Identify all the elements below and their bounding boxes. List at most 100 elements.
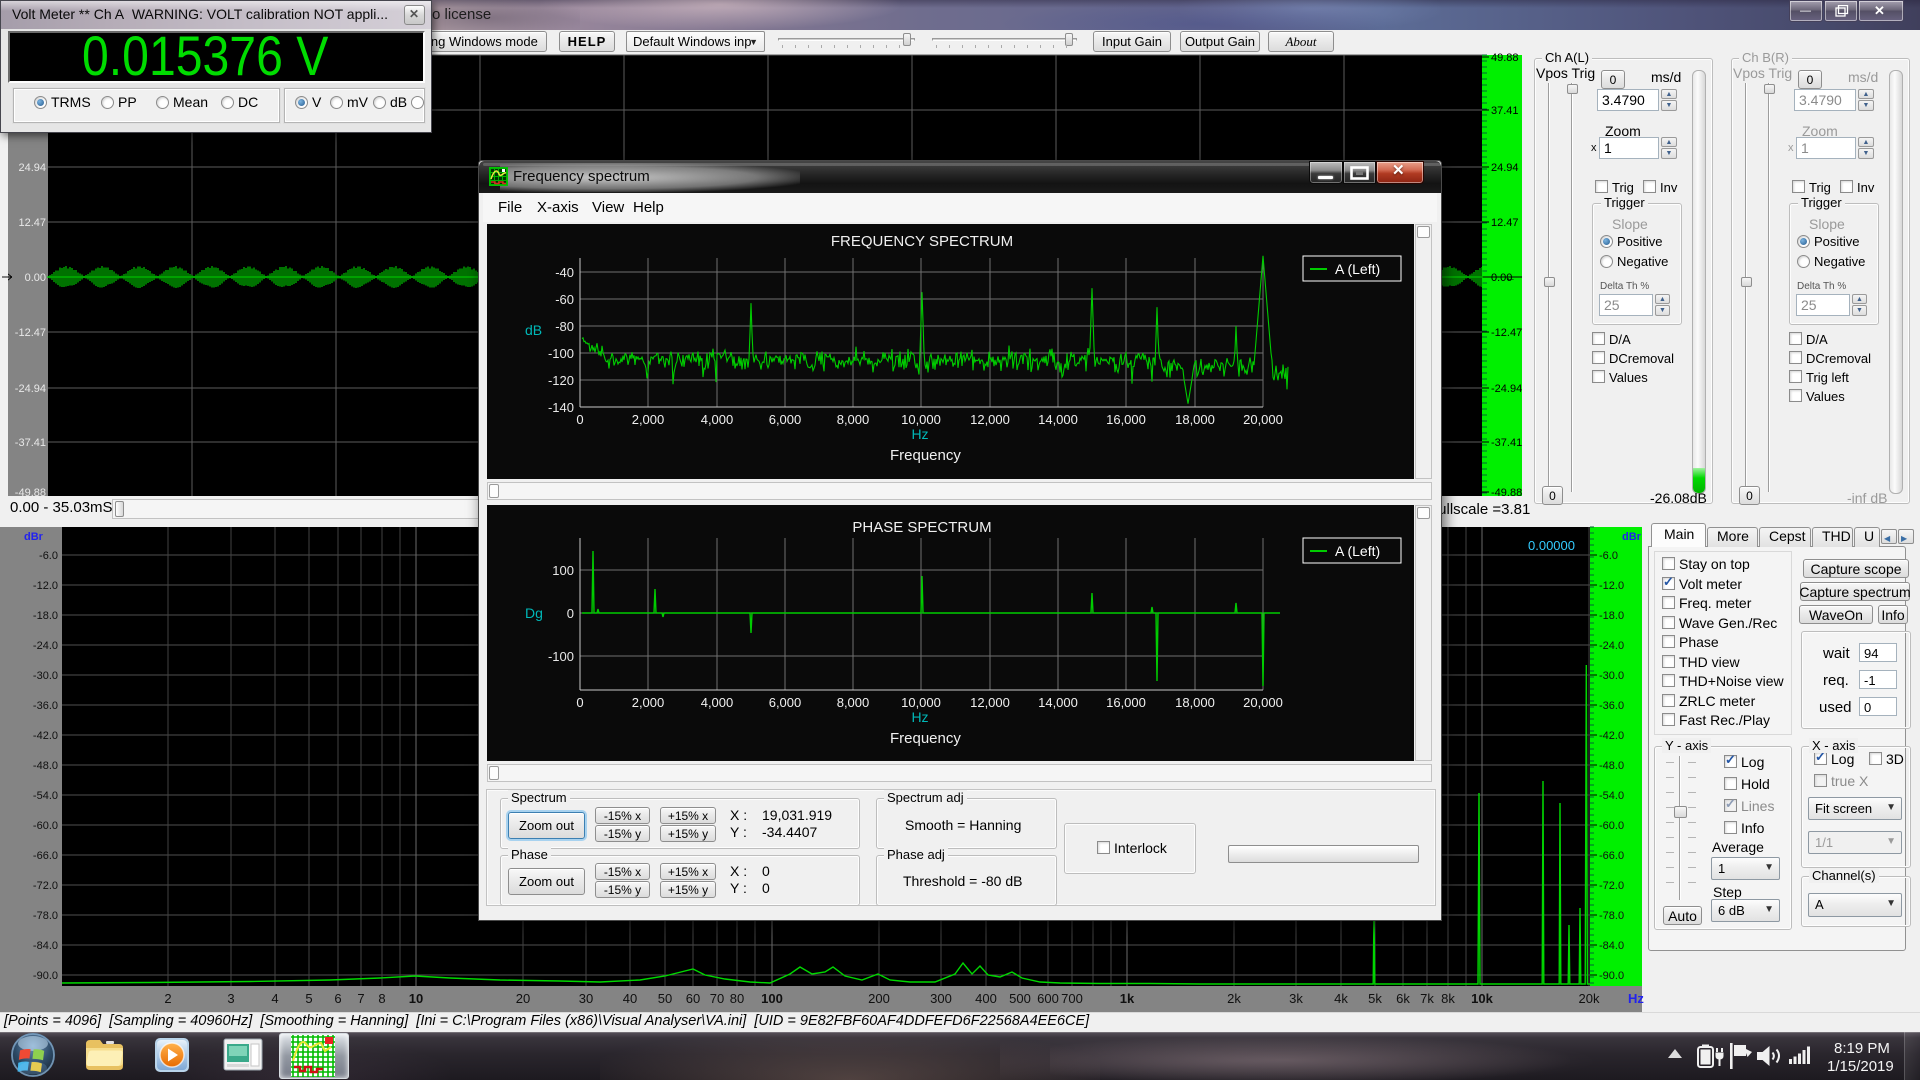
svg-text:6,000: 6,000 (769, 412, 802, 427)
svg-text:500: 500 (1009, 991, 1031, 1006)
svg-text:0: 0 (576, 412, 583, 427)
svg-text:-24.94: -24.94 (15, 383, 46, 395)
svg-text:Hz: Hz (1628, 991, 1644, 1006)
svg-text:12.47: 12.47 (1491, 217, 1519, 229)
svg-text:-60.0: -60.0 (1599, 820, 1624, 832)
svg-text:-18.0: -18.0 (33, 610, 58, 622)
svg-text:-72.0: -72.0 (33, 880, 58, 892)
svg-text:2,000: 2,000 (632, 695, 665, 710)
svg-text:-120: -120 (548, 373, 574, 388)
svg-text:Frequency: Frequency (890, 730, 961, 747)
svg-text:24.94: 24.94 (18, 162, 46, 174)
svg-text:-37.41: -37.41 (15, 437, 46, 449)
svg-text:12,000: 12,000 (970, 412, 1010, 427)
svg-text:5: 5 (305, 991, 312, 1006)
svg-text:-90.0: -90.0 (1599, 970, 1624, 982)
svg-text:16,000: 16,000 (1106, 695, 1146, 710)
svg-text:7k: 7k (1420, 991, 1434, 1006)
svg-text:-6.0: -6.0 (39, 550, 58, 562)
svg-text:4: 4 (271, 991, 278, 1006)
svg-text:PHASE SPECTRUM: PHASE SPECTRUM (852, 519, 991, 536)
svg-text:-49.88: -49.88 (1491, 487, 1522, 496)
svg-text:-36.0: -36.0 (1599, 700, 1624, 712)
svg-text:-66.0: -66.0 (1599, 850, 1624, 862)
svg-text:-100: -100 (548, 649, 574, 664)
svg-text:8,000: 8,000 (837, 695, 870, 710)
svg-text:2,000: 2,000 (632, 412, 665, 427)
svg-text:Frequency: Frequency (890, 447, 961, 464)
svg-text:-66.0: -66.0 (33, 850, 58, 862)
svg-text:40: 40 (623, 991, 637, 1006)
svg-text:-18.0: -18.0 (1599, 610, 1624, 622)
svg-text:6,000: 6,000 (769, 695, 802, 710)
svg-text:-42.0: -42.0 (33, 730, 58, 742)
svg-text:100: 100 (552, 563, 574, 578)
svg-text:8,000: 8,000 (837, 412, 870, 427)
svg-text:37.41: 37.41 (1491, 105, 1519, 117)
svg-text:6: 6 (334, 991, 341, 1006)
svg-text:-78.0: -78.0 (1599, 910, 1624, 922)
svg-text:3k: 3k (1289, 991, 1303, 1006)
svg-text:400: 400 (975, 991, 997, 1006)
svg-text:-12.47: -12.47 (15, 327, 46, 339)
svg-text:-12.47: -12.47 (1491, 327, 1522, 339)
svg-text:-60.0: -60.0 (33, 820, 58, 832)
svg-text:-49.88: -49.88 (15, 487, 46, 496)
svg-text:-54.0: -54.0 (1599, 790, 1624, 802)
svg-text:4,000: 4,000 (701, 695, 734, 710)
svg-text:0: 0 (567, 606, 574, 621)
svg-text:2: 2 (164, 991, 171, 1006)
svg-text:18,000: 18,000 (1175, 695, 1215, 710)
svg-text:-54.0: -54.0 (33, 790, 58, 802)
svg-text:100: 100 (761, 991, 783, 1006)
svg-text:-100: -100 (548, 346, 574, 361)
svg-text:-24.0: -24.0 (1599, 640, 1624, 652)
svg-text:-36.0: -36.0 (33, 700, 58, 712)
svg-text:-72.0: -72.0 (1599, 880, 1624, 892)
svg-text:10,000: 10,000 (901, 412, 941, 427)
svg-text:5k: 5k (1368, 991, 1382, 1006)
svg-text:FREQUENCY SPECTRUM: FREQUENCY SPECTRUM (831, 233, 1013, 250)
svg-text:-24.94: -24.94 (1491, 383, 1522, 395)
svg-text:-30.0: -30.0 (1599, 670, 1624, 682)
svg-text:-12.0: -12.0 (33, 580, 58, 592)
svg-text:-140: -140 (548, 400, 574, 415)
svg-text:10,000: 10,000 (901, 695, 941, 710)
svg-text:4,000: 4,000 (701, 412, 734, 427)
svg-text:700: 700 (1061, 991, 1083, 1006)
svg-text:49.88: 49.88 (1491, 52, 1519, 64)
svg-text:dBr: dBr (24, 531, 44, 543)
svg-text:0.00000: 0.00000 (1528, 538, 1575, 553)
svg-text:600: 600 (1037, 991, 1059, 1006)
svg-text:30: 30 (579, 991, 593, 1006)
svg-text:-84.0: -84.0 (1599, 940, 1624, 952)
svg-text:10: 10 (409, 991, 423, 1006)
svg-text:0: 0 (576, 695, 583, 710)
svg-text:-60: -60 (555, 292, 574, 307)
svg-text:←: ← (1505, 272, 1516, 284)
svg-text:-48.0: -48.0 (33, 760, 58, 772)
svg-text:6k: 6k (1396, 991, 1410, 1006)
svg-text:dB: dB (525, 322, 542, 338)
svg-text:12.47: 12.47 (18, 217, 46, 229)
svg-text:A (Left): A (Left) (1335, 543, 1380, 559)
svg-text:-42.0: -42.0 (1599, 730, 1624, 742)
svg-text:-40: -40 (555, 265, 574, 280)
svg-text:4k: 4k (1334, 991, 1348, 1006)
svg-text:8: 8 (378, 991, 385, 1006)
svg-text:12,000: 12,000 (970, 695, 1010, 710)
svg-text:200: 200 (868, 991, 890, 1006)
svg-text:24.94: 24.94 (1491, 162, 1519, 174)
svg-text:70: 70 (710, 991, 724, 1006)
svg-text:300: 300 (930, 991, 952, 1006)
svg-text:Hz: Hz (911, 709, 928, 725)
svg-text:16,000: 16,000 (1106, 412, 1146, 427)
svg-text:-78.0: -78.0 (33, 910, 58, 922)
svg-text:20,000: 20,000 (1243, 695, 1283, 710)
svg-text:-48.0: -48.0 (1599, 760, 1624, 772)
svg-text:18,000: 18,000 (1175, 412, 1215, 427)
svg-text:-12.0: -12.0 (1599, 580, 1624, 592)
svg-text:50: 50 (658, 991, 672, 1006)
svg-text:8k: 8k (1441, 991, 1455, 1006)
svg-text:1k: 1k (1120, 991, 1135, 1006)
